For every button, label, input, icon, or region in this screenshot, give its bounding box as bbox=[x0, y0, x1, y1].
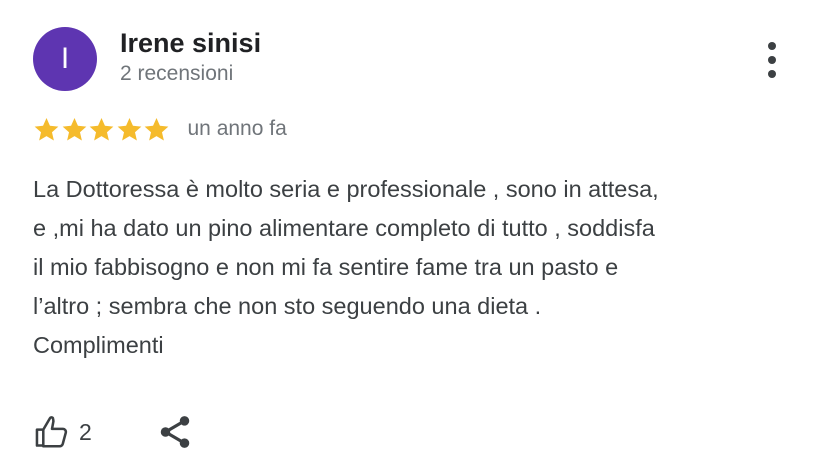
like-button[interactable]: 2 bbox=[33, 413, 92, 451]
star-rating bbox=[33, 116, 171, 143]
thumb-up-icon bbox=[35, 416, 68, 448]
star-icon bbox=[34, 117, 59, 140]
review-text-line: La Dottoressa è molto seria e profession… bbox=[33, 176, 659, 202]
like-count: 2 bbox=[79, 418, 92, 445]
more-options-button[interactable] bbox=[754, 36, 790, 84]
star-icon bbox=[117, 117, 141, 140]
review-text-line: l’altro ; sembra che non sto seguendo un… bbox=[33, 293, 542, 319]
rating-row: un anno fa bbox=[33, 113, 287, 145]
star-icon bbox=[62, 117, 86, 140]
share-button[interactable] bbox=[156, 413, 194, 451]
star-icon bbox=[144, 117, 169, 140]
review-actions: 2 bbox=[33, 410, 194, 454]
share-icon bbox=[160, 416, 190, 448]
reviewer-name[interactable]: Irene sinisi bbox=[120, 28, 261, 59]
review-text: La Dottoressa è molto seria e profession… bbox=[33, 170, 803, 365]
review-card: I Irene sinisi 2 recensioni un anno fa L… bbox=[0, 0, 828, 476]
review-text-line: Complimenti bbox=[33, 332, 164, 358]
review-date: un anno fa bbox=[187, 117, 287, 140]
reviewer-review-count: 2 recensioni bbox=[120, 62, 234, 85]
review-text-line: e ,mi ha dato un pino alimentare complet… bbox=[33, 215, 655, 241]
star-icon bbox=[89, 117, 114, 140]
more-vert-icon bbox=[768, 39, 776, 81]
avatar[interactable]: I bbox=[33, 27, 97, 91]
review-text-line: il mio fabbisogno e non mi fa sentire fa… bbox=[33, 254, 619, 280]
